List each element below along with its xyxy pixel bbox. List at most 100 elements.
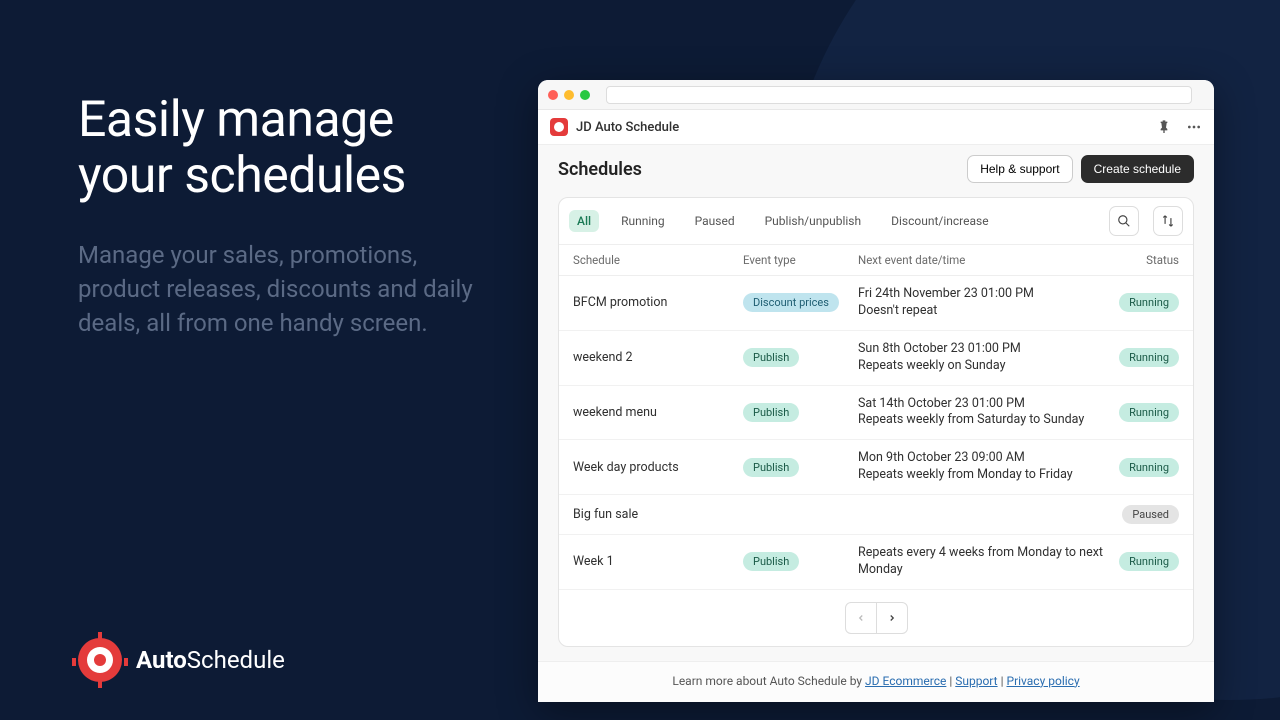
app-header: JD Auto Schedule xyxy=(538,110,1214,145)
event-type-cell: Publish xyxy=(743,348,858,367)
next-event-cell: Sun 8th October 23 01:00 PMRepeats weekl… xyxy=(858,341,1109,375)
event-type-cell: Discount prices xyxy=(743,293,858,312)
table-row[interactable]: BFCM promotionDiscount prices Fri 24th No… xyxy=(559,276,1193,331)
app-logo-icon xyxy=(550,118,568,136)
discount-prices-badge: Discount prices xyxy=(743,293,839,312)
pagination xyxy=(559,590,1193,646)
status-cell: Running xyxy=(1109,458,1179,477)
schedule-name: weekend menu xyxy=(573,405,743,420)
page-body: Schedules Help & support Create schedule… xyxy=(538,145,1214,661)
event-type-cell: Publish xyxy=(743,458,858,477)
footer-link-privacy[interactable]: Privacy policy xyxy=(1007,674,1080,688)
chevron-left-icon xyxy=(856,613,866,623)
col-event-type: Event type xyxy=(743,253,858,267)
status-cell: Running xyxy=(1109,348,1179,367)
publish-badge: Publish xyxy=(743,348,799,367)
tab-discount-increase[interactable]: Discount/increase xyxy=(883,210,996,232)
schedule-name: Big fun sale xyxy=(573,507,743,522)
tab-publish-unpublish[interactable]: Publish/unpublish xyxy=(757,210,870,232)
next-page-button[interactable] xyxy=(876,602,908,634)
table-row[interactable]: Week day productsPublish Mon 9th October … xyxy=(559,440,1193,495)
table-row[interactable]: Week 1PublishRepeats every 4 weeks from … xyxy=(559,535,1193,590)
subheadline: Manage your sales, promotions, product r… xyxy=(78,238,498,340)
schedule-name: weekend 2 xyxy=(573,350,743,365)
status-running-badge: Running xyxy=(1119,552,1179,571)
filter-tabs: All Running Paused Publish/unpublish Dis… xyxy=(559,198,1193,245)
publish-badge: Publish xyxy=(743,403,799,422)
status-running-badge: Running xyxy=(1119,293,1179,312)
window-titlebar xyxy=(538,80,1214,110)
event-type-cell: Publish xyxy=(743,403,858,422)
app-title: JD Auto Schedule xyxy=(576,120,1148,135)
col-next-event: Next event date/time xyxy=(858,253,1109,267)
status-cell: Running xyxy=(1109,403,1179,422)
next-event-repeat: Doesn't repeat xyxy=(858,303,1109,320)
footer-sep-1: | xyxy=(946,674,955,688)
next-event-cell: Repeats every 4 weeks from Monday to nex… xyxy=(858,545,1109,579)
minimize-icon[interactable] xyxy=(564,90,574,100)
tab-all[interactable]: All xyxy=(569,210,599,232)
table-body: BFCM promotionDiscount prices Fri 24th No… xyxy=(559,276,1193,590)
help-support-button[interactable]: Help & support xyxy=(967,155,1072,183)
more-icon[interactable] xyxy=(1186,119,1202,135)
traffic-lights xyxy=(548,90,590,100)
brand-logo: AutoSchedule xyxy=(78,638,285,682)
brand-name: AutoSchedule xyxy=(136,646,285,674)
table-row[interactable]: weekend 2Publish Sun 8th October 23 01:00… xyxy=(559,331,1193,386)
next-event-repeat: Repeats every 4 weeks from Monday to nex… xyxy=(858,545,1109,579)
next-event-date: Mon 9th October 23 09:00 AM xyxy=(858,450,1109,467)
page-actions: Help & support Create schedule xyxy=(967,155,1194,183)
schedule-name: Week day products xyxy=(573,460,743,475)
status-cell: Paused xyxy=(1109,505,1179,524)
next-event-cell: Fri 24th November 23 01:00 PMDoesn't rep… xyxy=(858,286,1109,320)
close-icon[interactable] xyxy=(548,90,558,100)
url-bar[interactable] xyxy=(606,86,1192,104)
table-row[interactable]: weekend menuPublish Sat 14th October 23 0… xyxy=(559,386,1193,441)
chevron-right-icon xyxy=(887,613,897,623)
next-event-date: Sat 14th October 23 01:00 PM xyxy=(858,396,1109,413)
next-event-repeat: Repeats weekly from Monday to Friday xyxy=(858,467,1109,484)
status-running-badge: Running xyxy=(1119,348,1179,367)
next-event-repeat: Repeats weekly on Sunday xyxy=(858,358,1109,375)
footer-prefix: Learn more about Auto Schedule by xyxy=(672,674,865,688)
footer-link-support[interactable]: Support xyxy=(955,674,997,688)
pin-icon[interactable] xyxy=(1156,119,1172,135)
footer-sep-2: | xyxy=(998,674,1007,688)
schedules-card: All Running Paused Publish/unpublish Dis… xyxy=(558,197,1194,647)
table-row[interactable]: Big fun sale Paused xyxy=(559,495,1193,535)
status-paused-badge: Paused xyxy=(1122,505,1179,524)
brand-suffix: Schedule xyxy=(187,646,285,674)
app-window: JD Auto Schedule Schedules Help & suppor… xyxy=(538,80,1214,702)
table-header: Schedule Event type Next event date/time… xyxy=(559,245,1193,276)
next-event-cell: Sat 14th October 23 01:00 PMRepeats week… xyxy=(858,396,1109,430)
brand-prefix: Auto xyxy=(136,646,187,674)
next-event-date: Fri 24th November 23 01:00 PM xyxy=(858,286,1109,303)
headline: Easily manage your schedules xyxy=(78,92,498,204)
page-title: Schedules xyxy=(558,159,642,180)
target-icon xyxy=(78,638,122,682)
create-schedule-button[interactable]: Create schedule xyxy=(1081,155,1194,183)
search-button[interactable] xyxy=(1109,206,1139,236)
headline-line-2: your schedules xyxy=(78,147,406,205)
footer-link-jd-ecommerce[interactable]: JD Ecommerce xyxy=(865,674,946,688)
publish-badge: Publish xyxy=(743,552,799,571)
next-event-cell: Mon 9th October 23 09:00 AMRepeats weekl… xyxy=(858,450,1109,484)
next-event-repeat: Repeats weekly from Saturday to Sunday xyxy=(858,412,1109,429)
schedule-name: BFCM promotion xyxy=(573,295,743,310)
publish-badge: Publish xyxy=(743,458,799,477)
maximize-icon[interactable] xyxy=(580,90,590,100)
next-event-date: Sun 8th October 23 01:00 PM xyxy=(858,341,1109,358)
status-cell: Running xyxy=(1109,552,1179,571)
tab-running[interactable]: Running xyxy=(613,210,673,232)
headline-line-1: Easily manage xyxy=(78,91,394,149)
marketing-copy: Easily manage your schedules Manage your… xyxy=(78,92,498,340)
tab-paused[interactable]: Paused xyxy=(687,210,743,232)
event-type-cell: Publish xyxy=(743,552,858,571)
prev-page-button[interactable] xyxy=(845,602,877,634)
footer: Learn more about Auto Schedule by JD Eco… xyxy=(538,661,1214,702)
status-cell: Running xyxy=(1109,293,1179,312)
status-running-badge: Running xyxy=(1119,458,1179,477)
sort-button[interactable] xyxy=(1153,206,1183,236)
status-running-badge: Running xyxy=(1119,403,1179,422)
page-title-row: Schedules Help & support Create schedule xyxy=(558,155,1194,183)
